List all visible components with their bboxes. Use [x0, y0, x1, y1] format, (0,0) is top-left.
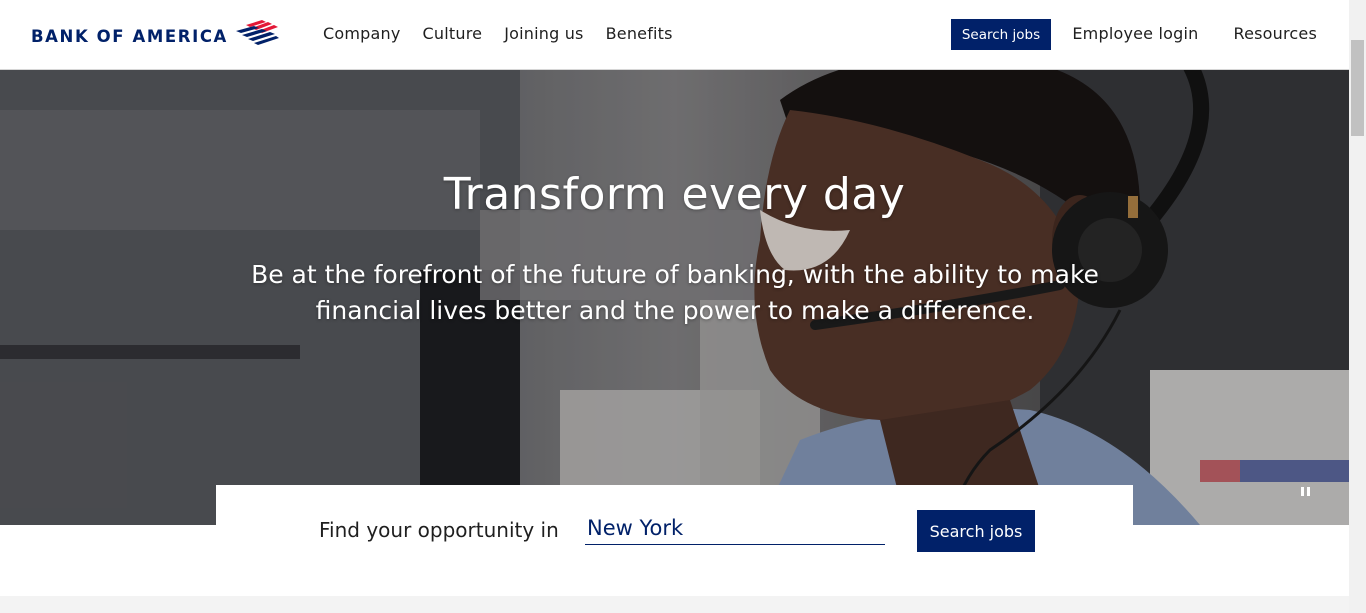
site-header: BANK OF AMERICA Company Culture Joining …: [0, 0, 1349, 70]
resources-link[interactable]: Resources: [1233, 22, 1317, 46]
job-search-panel: Find your opportunity in Search jobs: [216, 485, 1133, 565]
header-search-jobs-button[interactable]: Search jobs: [951, 19, 1051, 50]
logo-text: BANK OF AMERICA: [31, 26, 228, 46]
bank-of-america-flag-icon: [235, 20, 279, 45]
next-section-edge: [0, 596, 1349, 613]
location-input[interactable]: [585, 511, 885, 545]
find-opportunity-label: Find your opportunity in: [319, 518, 559, 542]
main-nav: Company Culture Joining us Benefits: [312, 22, 684, 46]
page-scrollbar[interactable]: [1349, 0, 1366, 613]
hero-title: Transform every day: [443, 169, 906, 221]
nav-joining-us[interactable]: Joining us: [493, 22, 594, 46]
bank-of-america-logo[interactable]: BANK OF AMERICA: [31, 18, 280, 48]
employee-login-link[interactable]: Employee login: [1072, 22, 1198, 46]
search-jobs-button[interactable]: Search jobs: [917, 510, 1035, 552]
nav-culture[interactable]: Culture: [412, 22, 494, 46]
nav-company[interactable]: Company: [312, 22, 412, 46]
header-utility-links: Employee login Resources: [1072, 22, 1317, 46]
scrollbar-thumb[interactable]: [1351, 40, 1364, 136]
pause-icon[interactable]: [1299, 485, 1313, 499]
nav-benefits[interactable]: Benefits: [595, 22, 684, 46]
hero-banner: Transform every day Be at the forefront …: [0, 70, 1349, 525]
hero-subtitle: Be at the forefront of the future of ban…: [251, 260, 1099, 325]
